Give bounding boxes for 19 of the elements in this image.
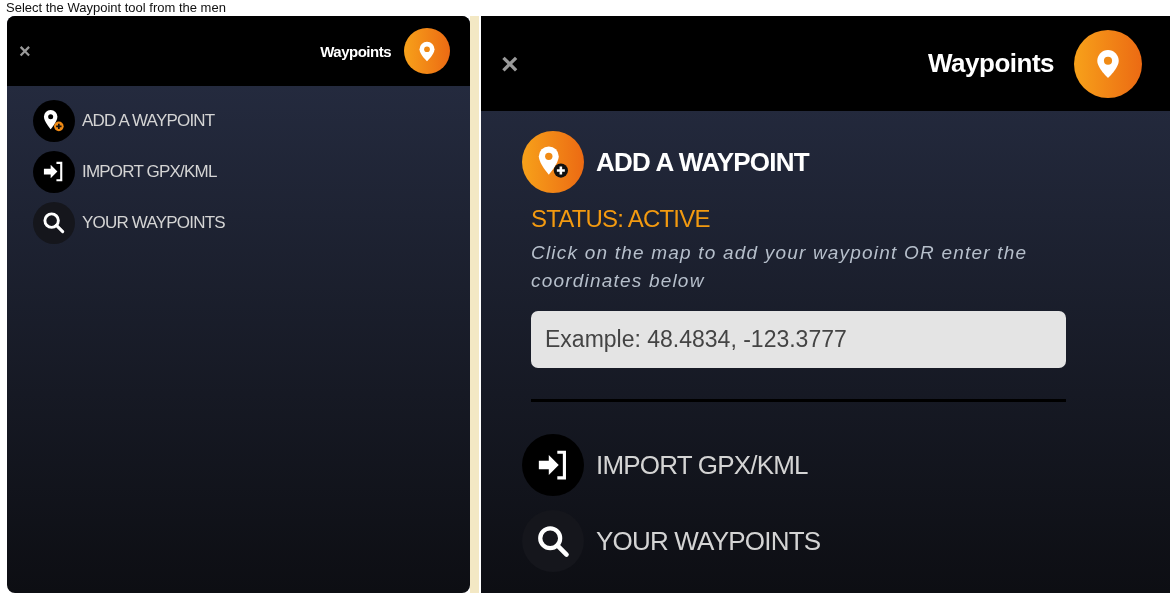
menu-item[interactable]: IMPORT GPX/KML (522, 434, 808, 496)
pin-plus-icon (42, 109, 66, 133)
menu-item[interactable]: ADD A WAYPOINT (33, 100, 215, 142)
coordinates-field[interactable]: Example: 48.4834, -123.3777 (531, 311, 1066, 368)
panel-title: Waypoints (928, 48, 1054, 79)
panel-title: Waypoints (320, 42, 391, 60)
menu-item[interactable]: YOUR WAYPOINTS (33, 202, 225, 244)
search-icon (42, 211, 66, 235)
menu-item[interactable]: ADD A WAYPOINT (522, 131, 809, 193)
status-text: STATUS: ACTIVE (531, 205, 711, 233)
menu-item[interactable]: YOUR WAYPOINTS (522, 510, 821, 572)
menu-item[interactable]: IMPORT GPX/KML (33, 151, 217, 193)
search-icon (535, 523, 571, 559)
close-button[interactable]: × (501, 46, 519, 81)
instruction-caption: Select the Waypoint tool from the men (6, 0, 226, 16)
map-pin-icon (1095, 48, 1121, 79)
map-pin-icon (418, 40, 436, 62)
instructions-text: Click on the map to add your waypoint OR enter the coordinates below (531, 241, 1029, 293)
close-button[interactable]: × (19, 39, 31, 63)
